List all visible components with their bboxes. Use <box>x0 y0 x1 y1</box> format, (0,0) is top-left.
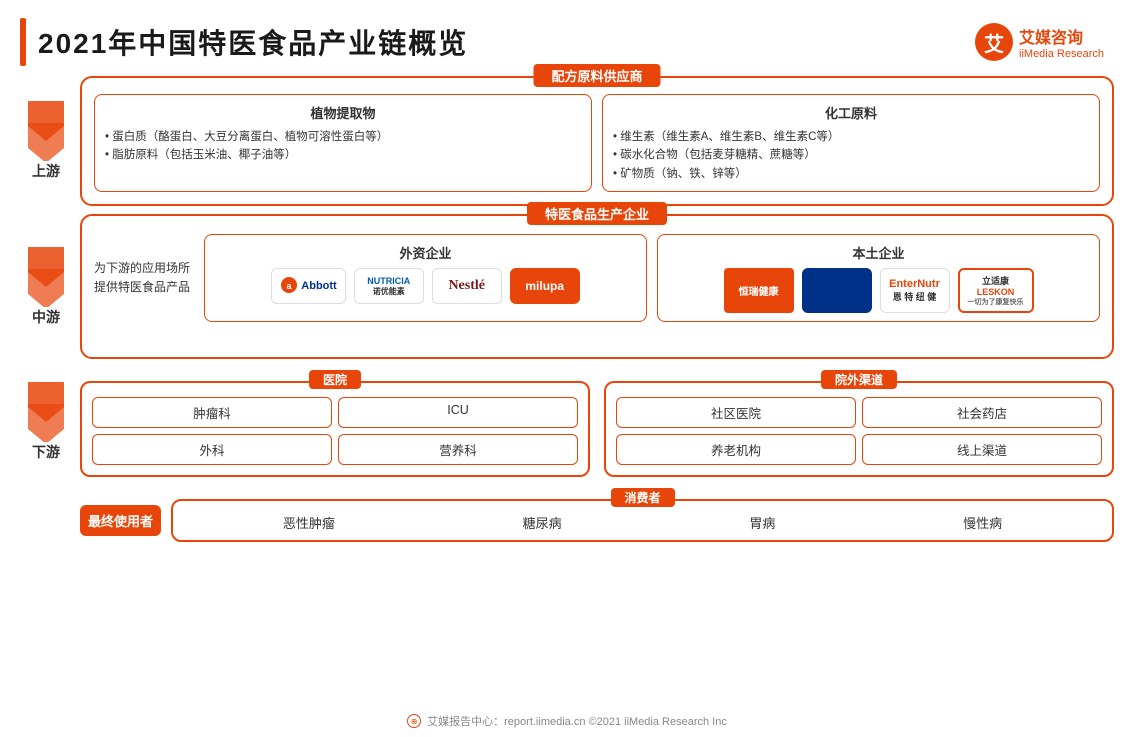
consumer-item-3: 慢性病 <box>963 513 1002 532</box>
chemical-bullet-2: 碳水化合物（包括麦芽糖精、蔗糖等） <box>613 146 1089 164</box>
consumer-item-0: 恶性肿瘤 <box>283 513 335 532</box>
logo-enternutr: EnterNutr 恩 特 纽 健 <box>880 268 950 313</box>
page-title: 2021年中国特医食品产业链概览 <box>38 22 468 62</box>
downstream-label-text: 下游 <box>32 442 60 462</box>
midstream-local-box: 本土企业 恒瑞健康 伊利 EnterNutr 恩 特 纽 健 <box>657 234 1100 322</box>
hospital-item-0: 肿瘤科 <box>92 397 332 428</box>
logo-text: 艾媒咨询 iiMedia Research <box>1019 24 1104 60</box>
logo-yili: 伊利 <box>802 268 872 313</box>
midstream-label-text: 中游 <box>32 307 60 327</box>
midstream-arrow: 中游 <box>24 247 68 327</box>
logo-nutricia: NUTRICIA 诺优能素 <box>354 268 424 304</box>
local-title: 本土企业 <box>666 243 1091 262</box>
outside-title: 院外渠道 <box>821 370 897 389</box>
logo-area: 艾 艾媒咨询 iiMedia Research <box>975 23 1104 61</box>
plant-title: 植物提取物 <box>105 103 581 122</box>
hospital-item-1: ICU <box>338 397 578 428</box>
outside-grid: 社区医院 社会药店 养老机构 线上渠道 <box>616 397 1102 465</box>
local-logos: 恒瑞健康 伊利 EnterNutr 恩 特 纽 健 <box>666 268 1091 313</box>
upstream-section-title: 配方原料供应商 <box>533 64 660 87</box>
logo-hengrei: 恒瑞健康 <box>724 268 794 313</box>
foreign-title: 外资企业 <box>213 243 638 262</box>
midstream-foreign-box: 外资企业 a Abbott NUTRICIA 诺优能素 <box>204 234 647 322</box>
hospital-item-2: 外科 <box>92 434 332 465</box>
outside-item-2: 养老机构 <box>616 434 856 465</box>
logo-icon: 艾 <box>975 23 1013 61</box>
plant-bullets: 蛋白质（酪蛋白、大豆分离蛋白、植物可溶性蛋白等） 脂肪原料（包括玉米油、椰子油等… <box>105 128 581 165</box>
midstream-chevrons <box>24 247 68 307</box>
midstream-label-area: 中游 <box>20 214 72 359</box>
abbott-icon: a <box>280 276 298 297</box>
consumer-title: 消费者 <box>610 488 674 507</box>
title-bar: 2021年中国特医食品产业链概览 <box>20 18 468 66</box>
chemical-bullets: 维生素（维生素A、维生素B、维生素C等） 碳水化合物（包括麦芽糖精、蔗糖等） 矿… <box>613 128 1089 183</box>
downstream-label-area: 下游 <box>20 367 72 477</box>
footer-text: 艾媒报告中心：report.iimedia.cn ©2021 iiMedia R… <box>427 713 727 729</box>
logo-nestle: Nestlé <box>432 268 502 304</box>
consumer-item-2: 胃病 <box>749 513 775 532</box>
hospital-box: 医院 肿瘤科 ICU 外科 营养科 <box>80 381 590 477</box>
upstream-chevrons <box>24 101 68 161</box>
upstream-section-box: 配方原料供应商 植物提取物 蛋白质（酪蛋白、大豆分离蛋白、植物可溶性蛋白等） 脂… <box>80 76 1114 206</box>
downstream-row: 下游 医院 肿瘤科 ICU 外科 营养科 院外渠道 社区医院 社会药店 <box>20 367 1114 477</box>
hospital-item-3: 营养科 <box>338 434 578 465</box>
midstream-row: 中游 特医食品生产企业 为下游的应用场所提供特医食品产品 外资企业 a <box>20 214 1114 359</box>
outside-box: 院外渠道 社区医院 社会药店 养老机构 线上渠道 <box>604 381 1114 477</box>
hospital-title: 医院 <box>309 370 361 389</box>
upstream-row: 上游 配方原料供应商 植物提取物 蛋白质（酪蛋白、大豆分离蛋白、植物可溶性蛋白等… <box>20 76 1114 206</box>
content-area: 上游 配方原料供应商 植物提取物 蛋白质（酪蛋白、大豆分离蛋白、植物可溶性蛋白等… <box>0 76 1134 542</box>
upstream-arrow: 上游 <box>24 101 68 181</box>
outside-item-0: 社区医院 <box>616 397 856 428</box>
chemical-bullet-3: 矿物质（钠、铁、锌等） <box>613 165 1089 183</box>
midstream-description: 为下游的应用场所提供特医食品产品 <box>94 234 194 322</box>
chemical-title: 化工原料 <box>613 103 1089 122</box>
title-accent <box>20 18 26 66</box>
plant-bullet-1: 蛋白质（酪蛋白、大豆分离蛋白、植物可溶性蛋白等） <box>105 128 581 146</box>
outside-item-3: 线上渠道 <box>862 434 1102 465</box>
logo-milupa: milupa <box>510 268 580 304</box>
plant-bullet-2: 脂肪原料（包括玉米油、椰子油等） <box>105 146 581 164</box>
globe-icon: ⊕ <box>407 714 421 728</box>
chemical-bullet-1: 维生素（维生素A、维生素B、维生素C等） <box>613 128 1089 146</box>
consumer-items: 恶性肿瘤 糖尿病 胃病 慢性病 <box>189 513 1096 532</box>
plant-col: 植物提取物 蛋白质（酪蛋白、大豆分离蛋白、植物可溶性蛋白等） 脂肪原料（包括玉米… <box>94 94 592 192</box>
consumer-section: 消费者 恶性肿瘤 糖尿病 胃病 慢性病 <box>171 499 1114 542</box>
final-row: 最终使用者 消费者 恶性肿瘤 糖尿病 胃病 慢性病 <box>20 485 1114 542</box>
foreign-logos: a Abbott NUTRICIA 诺优能素 Nestlé <box>213 268 638 304</box>
hospital-grid: 肿瘤科 ICU 外科 营养科 <box>92 397 578 465</box>
chemical-col: 化工原料 维生素（维生素A、维生素B、维生素C等） 碳水化合物（包括麦芽糖精、蔗… <box>602 94 1100 192</box>
upstream-content: 植物提取物 蛋白质（酪蛋白、大豆分离蛋白、植物可溶性蛋白等） 脂肪原料（包括玉米… <box>94 94 1100 192</box>
logo-abbott: a Abbott <box>271 268 345 304</box>
logo-leskon: 立适康 LESKON 一切为了康复快乐 <box>958 268 1034 313</box>
upstream-label-text: 上游 <box>32 161 60 181</box>
midstream-content: 为下游的应用场所提供特医食品产品 外资企业 a Abbott <box>94 234 1100 322</box>
outside-item-1: 社会药店 <box>862 397 1102 428</box>
upstream-label-area: 上游 <box>20 76 72 206</box>
footer: ⊕ 艾媒报告中心：report.iimedia.cn ©2021 iiMedia… <box>0 713 1134 729</box>
downstream-boxes: 医院 肿瘤科 ICU 外科 营养科 院外渠道 社区医院 社会药店 养老机构 线上… <box>80 367 1114 477</box>
downstream-chevrons <box>24 382 68 442</box>
final-label: 最终使用者 <box>80 505 161 536</box>
midstream-section-box: 特医食品生产企业 为下游的应用场所提供特医食品产品 外资企业 a Abbott <box>80 214 1114 359</box>
midstream-section-title: 特医食品生产企业 <box>527 202 667 225</box>
downstream-arrow: 下游 <box>24 382 68 462</box>
consumer-item-1: 糖尿病 <box>523 513 562 532</box>
